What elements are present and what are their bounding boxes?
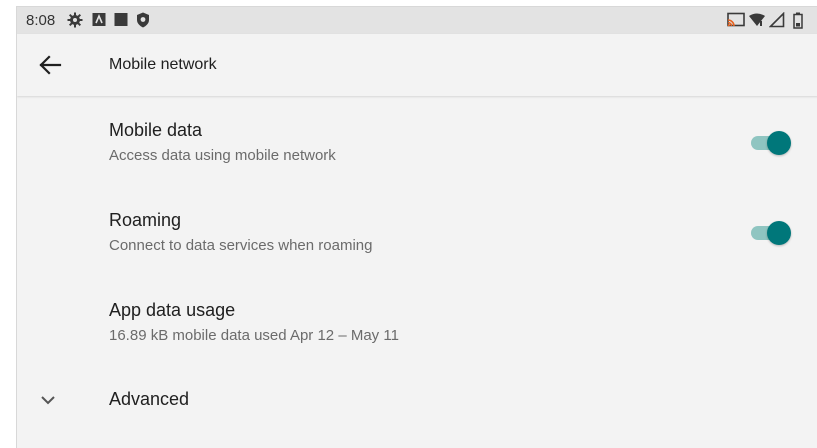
chevron-down-icon (38, 393, 58, 407)
roaming-summary: Connect to data services when roaming (109, 237, 373, 254)
roaming-switch[interactable] (749, 219, 791, 247)
advanced-title: Advanced (109, 389, 190, 409)
status-bar: 8:08 (17, 7, 817, 34)
status-time: 8:08 (26, 12, 56, 29)
square-icon (114, 12, 128, 33)
cast-icon (727, 12, 745, 33)
arrow-back-icon (37, 55, 63, 81)
mobile-data-switch[interactable] (749, 129, 791, 157)
screen: 8:08 Mobile network Mobile data Access d… (16, 6, 817, 448)
mobile-data-title: Mobile data (109, 120, 203, 140)
back-button[interactable] (37, 53, 67, 77)
mobile-data-setting[interactable]: Mobile data Access data using mobile net… (17, 97, 817, 187)
app-data-usage-summary: 16.89 kB mobile data used Apr 12 – May 1… (109, 327, 399, 344)
app-data-usage-setting[interactable]: App data usage 16.89 kB mobile data used… (17, 277, 817, 367)
page-title: Mobile network (109, 56, 217, 73)
mobile-data-summary: Access data using mobile network (109, 147, 336, 164)
switch-thumb (767, 221, 791, 245)
a-icon (92, 12, 106, 33)
app-data-usage-title: App data usage (109, 300, 236, 320)
switch-thumb (767, 131, 791, 155)
signal-icon (768, 11, 785, 33)
shield-icon (136, 12, 150, 33)
app-bar: Mobile network (17, 34, 817, 96)
advanced-setting[interactable]: Advanced (17, 367, 817, 427)
battery-icon (793, 12, 803, 34)
gear-icon (67, 12, 83, 33)
wifi-icon (748, 12, 766, 33)
roaming-title: Roaming (109, 210, 182, 230)
roaming-setting[interactable]: Roaming Connect to data services when ro… (17, 187, 817, 277)
